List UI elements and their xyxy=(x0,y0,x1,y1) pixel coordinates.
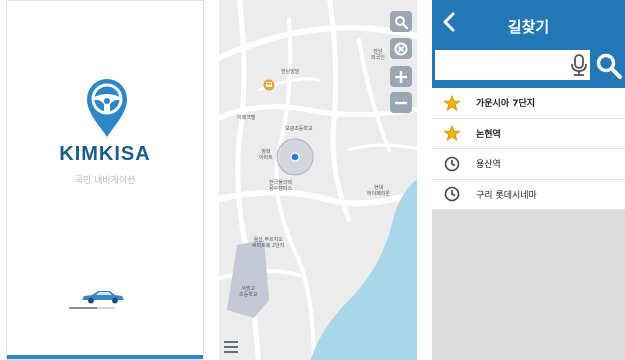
brand-name: KIMKISA xyxy=(59,143,151,165)
destination-search-input[interactable] xyxy=(435,50,590,80)
map-screen[interactable]: 한남빌딩 한남 외국인 이매크텔 보광초등학교 청화 아파트 한국폴리텍 용수캠… xyxy=(219,0,417,360)
search-icon xyxy=(395,15,408,29)
directions-screen: 길찾기 가운시아 7단지 논현역 용산역 구리 롯데시네마 xyxy=(432,0,625,360)
search-icon[interactable] xyxy=(595,52,623,80)
destination-list: 가운시아 7단지 논현역 용산역 구리 롯데시네마 xyxy=(432,88,625,210)
list-item[interactable]: 가운시아 7단지 xyxy=(432,88,625,119)
map-label-hankuk-univ: 한국폴리텍 용수캠퍼스 xyxy=(269,180,293,192)
bus-icon[interactable] xyxy=(263,79,275,91)
brand-tagline: 국민 내비게이션 xyxy=(74,176,136,186)
zoom-out-button[interactable] xyxy=(390,92,412,113)
microphone-icon[interactable] xyxy=(570,54,588,76)
location-dot-icon xyxy=(276,138,314,176)
star-icon xyxy=(444,125,460,142)
list-item-label: 용산역 xyxy=(476,160,501,171)
map-label-hannam-embassy: 한남 외국인 xyxy=(371,49,385,61)
layers-icon xyxy=(394,42,408,55)
empty-list-area xyxy=(432,210,625,360)
map-label-yongsan-apt: 용산 푸르지오 써미트웨 2단지 xyxy=(252,237,285,249)
map-label-cheongho-apt: 청화 아파트 xyxy=(259,149,273,161)
list-item-label: 가운시아 7단지 xyxy=(476,99,536,110)
steering-wheel-pin-logo xyxy=(87,79,127,137)
zoom-in-button[interactable] xyxy=(390,66,412,87)
menu-icon xyxy=(224,341,238,353)
star-icon xyxy=(444,94,460,111)
list-item-label: 논현역 xyxy=(476,129,501,140)
minus-icon xyxy=(395,101,407,104)
clock-icon xyxy=(444,186,460,202)
splash-screen: KIMKISA 국민 내비게이션 xyxy=(6,0,204,360)
list-item-label: 구리 롯데시네마 xyxy=(476,190,537,201)
list-item[interactable]: 논현역 xyxy=(432,119,625,149)
clock-icon xyxy=(444,156,460,172)
loading-progress-fill xyxy=(69,307,97,309)
car-icon xyxy=(82,291,124,304)
loading-progress-bar xyxy=(69,307,115,309)
map-label-hannam-villa: 한남빌딩 xyxy=(281,69,300,75)
list-item[interactable]: 구리 롯데시네마 xyxy=(432,180,625,210)
map-search-button[interactable] xyxy=(390,11,412,32)
map-canvas[interactable] xyxy=(219,0,417,360)
map-layers-button[interactable] xyxy=(390,38,412,59)
map-label-hyundai: 현대 하이페리온 xyxy=(367,185,391,197)
plus-icon xyxy=(395,70,407,83)
list-item[interactable]: 용산역 xyxy=(432,149,625,180)
map-label-bogwang-school: 보광초등학교 xyxy=(285,126,313,132)
page-title: 길찾기 xyxy=(507,18,550,36)
map-menu-button[interactable] xyxy=(222,337,242,357)
map-label-imaeok: 이매크텔 xyxy=(237,115,256,121)
bottom-accent-bar xyxy=(7,355,203,359)
map-label-seobinggo-school: 서빙고 초등학교 xyxy=(239,286,258,298)
